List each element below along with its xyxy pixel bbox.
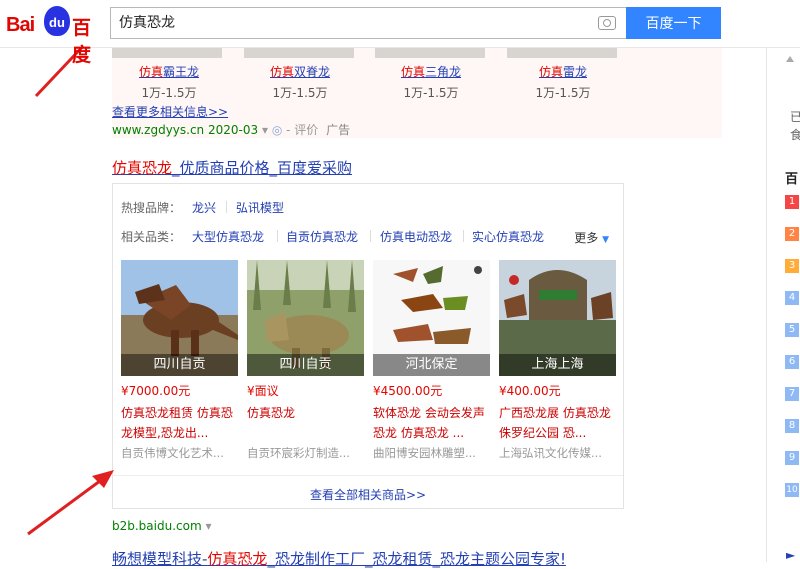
logo-paw-icon: du: [44, 6, 70, 36]
logo-text-bai: Bai: [6, 14, 35, 36]
annotation-arrow: [27, 476, 105, 536]
camera-icon[interactable]: [598, 16, 616, 30]
search-box[interactable]: 仿真恐龙: [110, 7, 626, 39]
scroll-up-icon[interactable]: [786, 56, 794, 62]
annotation-arrows: [27, 16, 114, 536]
top-header: Bai du 百度 仿真恐龙 百度一下: [0, 0, 800, 66]
search-input[interactable]: 仿真恐龙: [119, 8, 175, 38]
search-button[interactable]: 百度一下: [626, 7, 721, 39]
baidu-logo[interactable]: Bai du 百度: [6, 4, 102, 66]
logo-text-baidu: 百度: [72, 17, 92, 66]
